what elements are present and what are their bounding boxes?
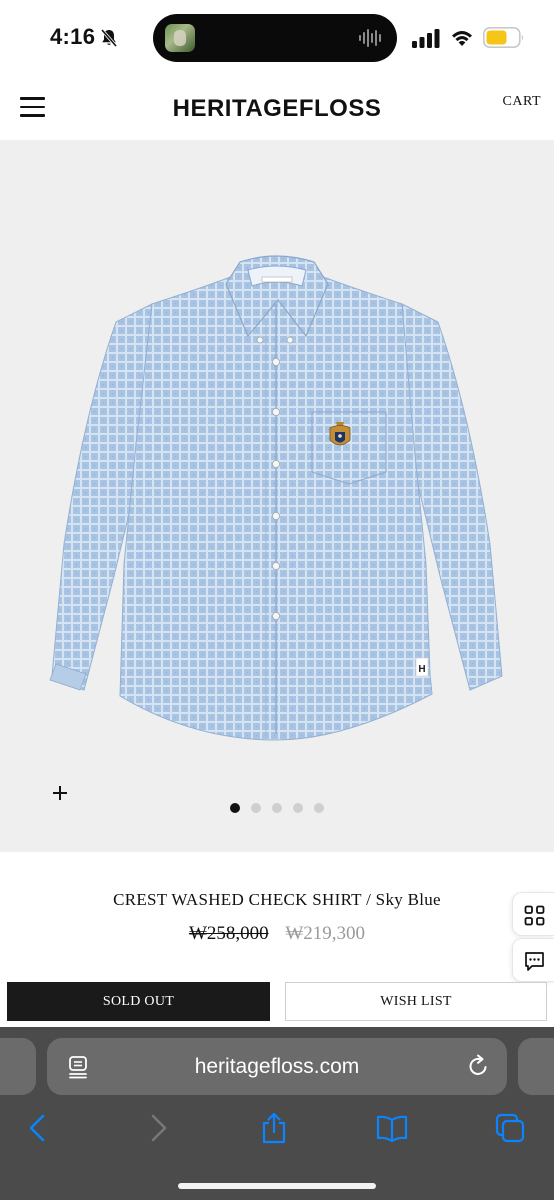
site-header: HERITAGEFLOSS CART [0, 76, 554, 140]
price-row: ₩258,000 ₩219,300 [0, 923, 554, 945]
product-title: CREST WASHED CHECK SHIRT / Sky Blue [113, 890, 441, 909]
next-tab-preview[interactable] [518, 1038, 554, 1095]
address-bar[interactable]: heritagefloss.com [47, 1038, 507, 1095]
grid-icon [524, 905, 545, 926]
svg-text:H: H [418, 664, 425, 675]
carousel-dot-1[interactable] [230, 803, 240, 813]
cart-link[interactable]: CART [503, 94, 542, 110]
previous-tab-preview[interactable] [0, 1038, 36, 1095]
chat-icon [525, 952, 544, 971]
original-price: ₩258,000 [188, 923, 269, 944]
tabs-icon[interactable] [494, 1112, 526, 1144]
url-text: heritagefloss.com [194, 1055, 360, 1078]
carousel-dots [0, 803, 554, 813]
sale-price: ₩219,300 [285, 923, 366, 944]
audio-waveform-icon [359, 29, 381, 47]
wifi-icon [452, 31, 472, 46]
shirt-image: H [49, 255, 503, 741]
plus-icon[interactable] [50, 783, 70, 803]
now-playing-thumbnail [165, 24, 195, 52]
grid-view-button[interactable] [512, 892, 554, 936]
home-indicator[interactable] [178, 1183, 376, 1189]
forward-icon[interactable] [142, 1112, 174, 1144]
dynamic-island[interactable] [153, 14, 397, 62]
browser-toolbar: heritagefloss.com [0, 1027, 554, 1200]
carousel-dot-3[interactable] [272, 803, 282, 813]
carousel-dot-2[interactable] [251, 803, 261, 813]
cellular-signal-icon [412, 29, 440, 48]
brand-logo[interactable]: HERITAGEFLOSS [0, 95, 554, 123]
wish-list-button[interactable]: WISH LIST [285, 982, 547, 1021]
reload-icon[interactable] [467, 1054, 490, 1078]
bookmarks-icon[interactable] [376, 1112, 408, 1144]
carousel-dot-5[interactable] [314, 803, 324, 813]
back-icon[interactable] [22, 1112, 54, 1144]
product-gallery[interactable]: H [0, 140, 554, 852]
chat-button[interactable] [512, 938, 554, 982]
share-icon[interactable] [258, 1112, 290, 1144]
status-bar: 4:16 [0, 0, 554, 76]
sold-out-button[interactable]: SOLD OUT [7, 982, 270, 1021]
battery-icon [483, 27, 524, 48]
bell-slash-icon [100, 28, 118, 48]
status-time: 4:16 [50, 24, 96, 49]
carousel-dot-4[interactable] [293, 803, 303, 813]
